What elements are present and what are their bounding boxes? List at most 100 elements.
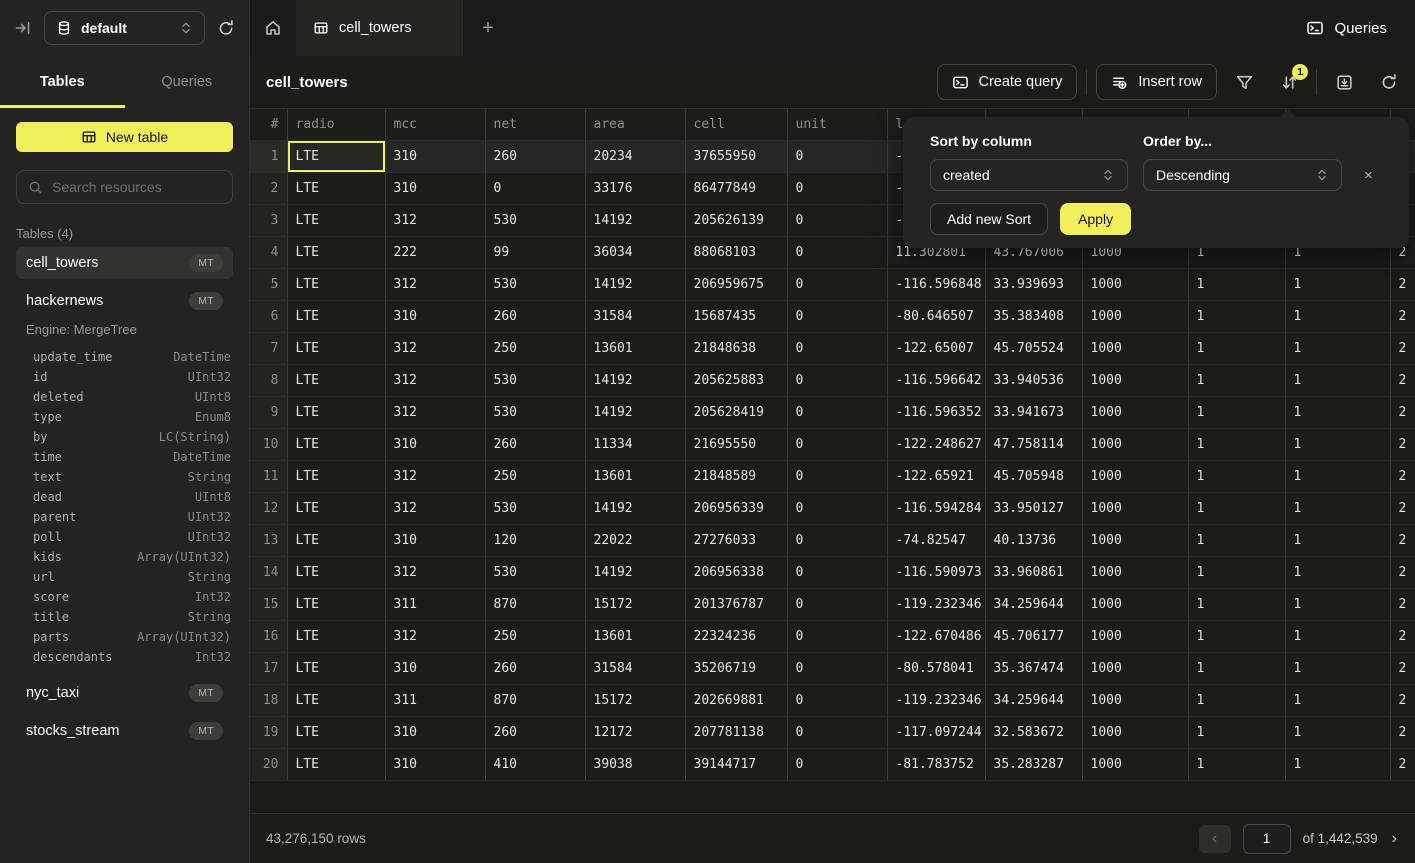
grid-cell[interactable]: 312: [385, 460, 485, 492]
grid-cell[interactable]: 312: [385, 396, 485, 428]
grid-cell[interactable]: 14192: [585, 364, 685, 396]
grid-cell[interactable]: -74.82547: [887, 524, 985, 556]
sidebar-tab-tables[interactable]: Tables: [0, 56, 125, 108]
grid-cell[interactable]: 34.259644: [985, 684, 1082, 716]
grid-cell[interactable]: 2: [1390, 716, 1415, 748]
grid-cell[interactable]: 14192: [585, 204, 685, 236]
column-header[interactable]: #: [250, 109, 287, 140]
grid-cell[interactable]: 410: [485, 748, 585, 780]
grid-cell[interactable]: 1000: [1082, 524, 1188, 556]
grid-cell[interactable]: 250: [485, 620, 585, 652]
grid-cell[interactable]: 2: [1390, 428, 1415, 460]
grid-cell[interactable]: 0: [787, 300, 887, 332]
grid-cell[interactable]: 1000: [1082, 748, 1188, 780]
grid-cell[interactable]: 1000: [1082, 556, 1188, 588]
grid-cell[interactable]: 31584: [585, 300, 685, 332]
grid-cell[interactable]: 1: [1285, 396, 1390, 428]
database-selector[interactable]: default: [44, 11, 205, 45]
grid-cell[interactable]: 870: [485, 588, 585, 620]
grid-cell[interactable]: 0: [787, 428, 887, 460]
grid-cell[interactable]: -116.590973: [887, 556, 985, 588]
grid-cell[interactable]: 1000: [1082, 364, 1188, 396]
grid-cell[interactable]: 206956338: [685, 556, 787, 588]
grid-cell[interactable]: 1: [1285, 268, 1390, 300]
grid-cell[interactable]: 0: [787, 620, 887, 652]
grid-cell[interactable]: 310: [385, 172, 485, 204]
grid-cell[interactable]: 27276033: [685, 524, 787, 556]
grid-cell[interactable]: 1: [1188, 492, 1285, 524]
column-header[interactable]: cell: [685, 109, 787, 140]
grid-cell[interactable]: 1: [1188, 748, 1285, 780]
grid-cell[interactable]: 0: [787, 140, 887, 172]
grid-cell[interactable]: 2: [1390, 684, 1415, 716]
grid-cell[interactable]: 260: [485, 140, 585, 172]
queries-button[interactable]: Queries: [1306, 19, 1387, 37]
grid-cell[interactable]: 310: [385, 300, 485, 332]
grid-cell[interactable]: -116.594284: [887, 492, 985, 524]
grid-cell[interactable]: 0: [787, 748, 887, 780]
sidebar-refresh-button[interactable]: [217, 19, 235, 37]
grid-cell[interactable]: 13601: [585, 620, 685, 652]
grid-cell[interactable]: LTE: [287, 524, 385, 556]
grid-cell[interactable]: 40.13736: [985, 524, 1082, 556]
grid-cell[interactable]: 120: [485, 524, 585, 556]
grid-cell[interactable]: 1: [1285, 620, 1390, 652]
sort-button[interactable]: 1: [1271, 64, 1307, 100]
grid-cell[interactable]: LTE: [287, 204, 385, 236]
grid-cell[interactable]: 33.950127: [985, 492, 1082, 524]
grid-cell[interactable]: 202669881: [685, 684, 787, 716]
grid-cell[interactable]: 39144717: [685, 748, 787, 780]
grid-cell[interactable]: 47.758114: [985, 428, 1082, 460]
sidebar-tab-queries[interactable]: Queries: [125, 56, 250, 108]
grid-cell[interactable]: LTE: [287, 428, 385, 460]
grid-cell[interactable]: 312: [385, 620, 485, 652]
page-number-input[interactable]: [1243, 824, 1291, 854]
grid-cell[interactable]: 2: [1390, 524, 1415, 556]
grid-cell[interactable]: 1: [1188, 716, 1285, 748]
grid-cell[interactable]: 1: [1188, 588, 1285, 620]
next-page-button[interactable]: ›: [1390, 830, 1399, 848]
grid-cell[interactable]: 2: [1390, 460, 1415, 492]
apply-sort-button[interactable]: Apply: [1060, 203, 1131, 235]
filter-button[interactable]: [1226, 64, 1262, 100]
grid-cell[interactable]: 0: [787, 716, 887, 748]
grid-cell[interactable]: -81.783752: [887, 748, 985, 780]
grid-cell[interactable]: 1: [1285, 428, 1390, 460]
grid-cell[interactable]: 14192: [585, 396, 685, 428]
grid-cell[interactable]: 15172: [585, 588, 685, 620]
grid-cell[interactable]: 2: [1390, 492, 1415, 524]
grid-cell[interactable]: 0: [787, 652, 887, 684]
grid-cell[interactable]: 20234: [585, 140, 685, 172]
grid-cell[interactable]: 45.705524: [985, 332, 1082, 364]
grid-cell[interactable]: 2: [1390, 396, 1415, 428]
grid-cell[interactable]: -122.670486: [887, 620, 985, 652]
grid-cell[interactable]: 14192: [585, 492, 685, 524]
grid-cell[interactable]: -80.578041: [887, 652, 985, 684]
grid-cell[interactable]: 45.706177: [985, 620, 1082, 652]
grid-cell[interactable]: 0: [787, 588, 887, 620]
grid-cell[interactable]: 0: [787, 460, 887, 492]
grid-cell[interactable]: 312: [385, 556, 485, 588]
grid-cell[interactable]: 260: [485, 300, 585, 332]
grid-cell[interactable]: 312: [385, 332, 485, 364]
refresh-table-button[interactable]: [1371, 64, 1407, 100]
column-header[interactable]: net: [485, 109, 585, 140]
grid-cell[interactable]: 205626139: [685, 204, 787, 236]
sidebar-item-cell-towers[interactable]: cell_towers MT: [16, 247, 233, 279]
grid-cell[interactable]: 260: [485, 652, 585, 684]
grid-cell[interactable]: 1: [1188, 620, 1285, 652]
grid-cell[interactable]: LTE: [287, 396, 385, 428]
remove-sort-button[interactable]: ×: [1364, 159, 1373, 191]
export-button[interactable]: [1326, 64, 1362, 100]
grid-cell[interactable]: 206956339: [685, 492, 787, 524]
grid-cell[interactable]: 530: [485, 364, 585, 396]
grid-cell[interactable]: 1: [1188, 556, 1285, 588]
new-table-button[interactable]: New table: [16, 122, 233, 152]
grid-cell[interactable]: 312: [385, 204, 485, 236]
collapse-sidebar-button[interactable]: [14, 19, 32, 37]
grid-cell[interactable]: 312: [385, 492, 485, 524]
grid-cell[interactable]: 1: [1285, 492, 1390, 524]
sort-column-select[interactable]: created: [930, 159, 1128, 191]
grid-cell[interactable]: 0: [787, 236, 887, 268]
grid-cell[interactable]: 1: [1285, 684, 1390, 716]
